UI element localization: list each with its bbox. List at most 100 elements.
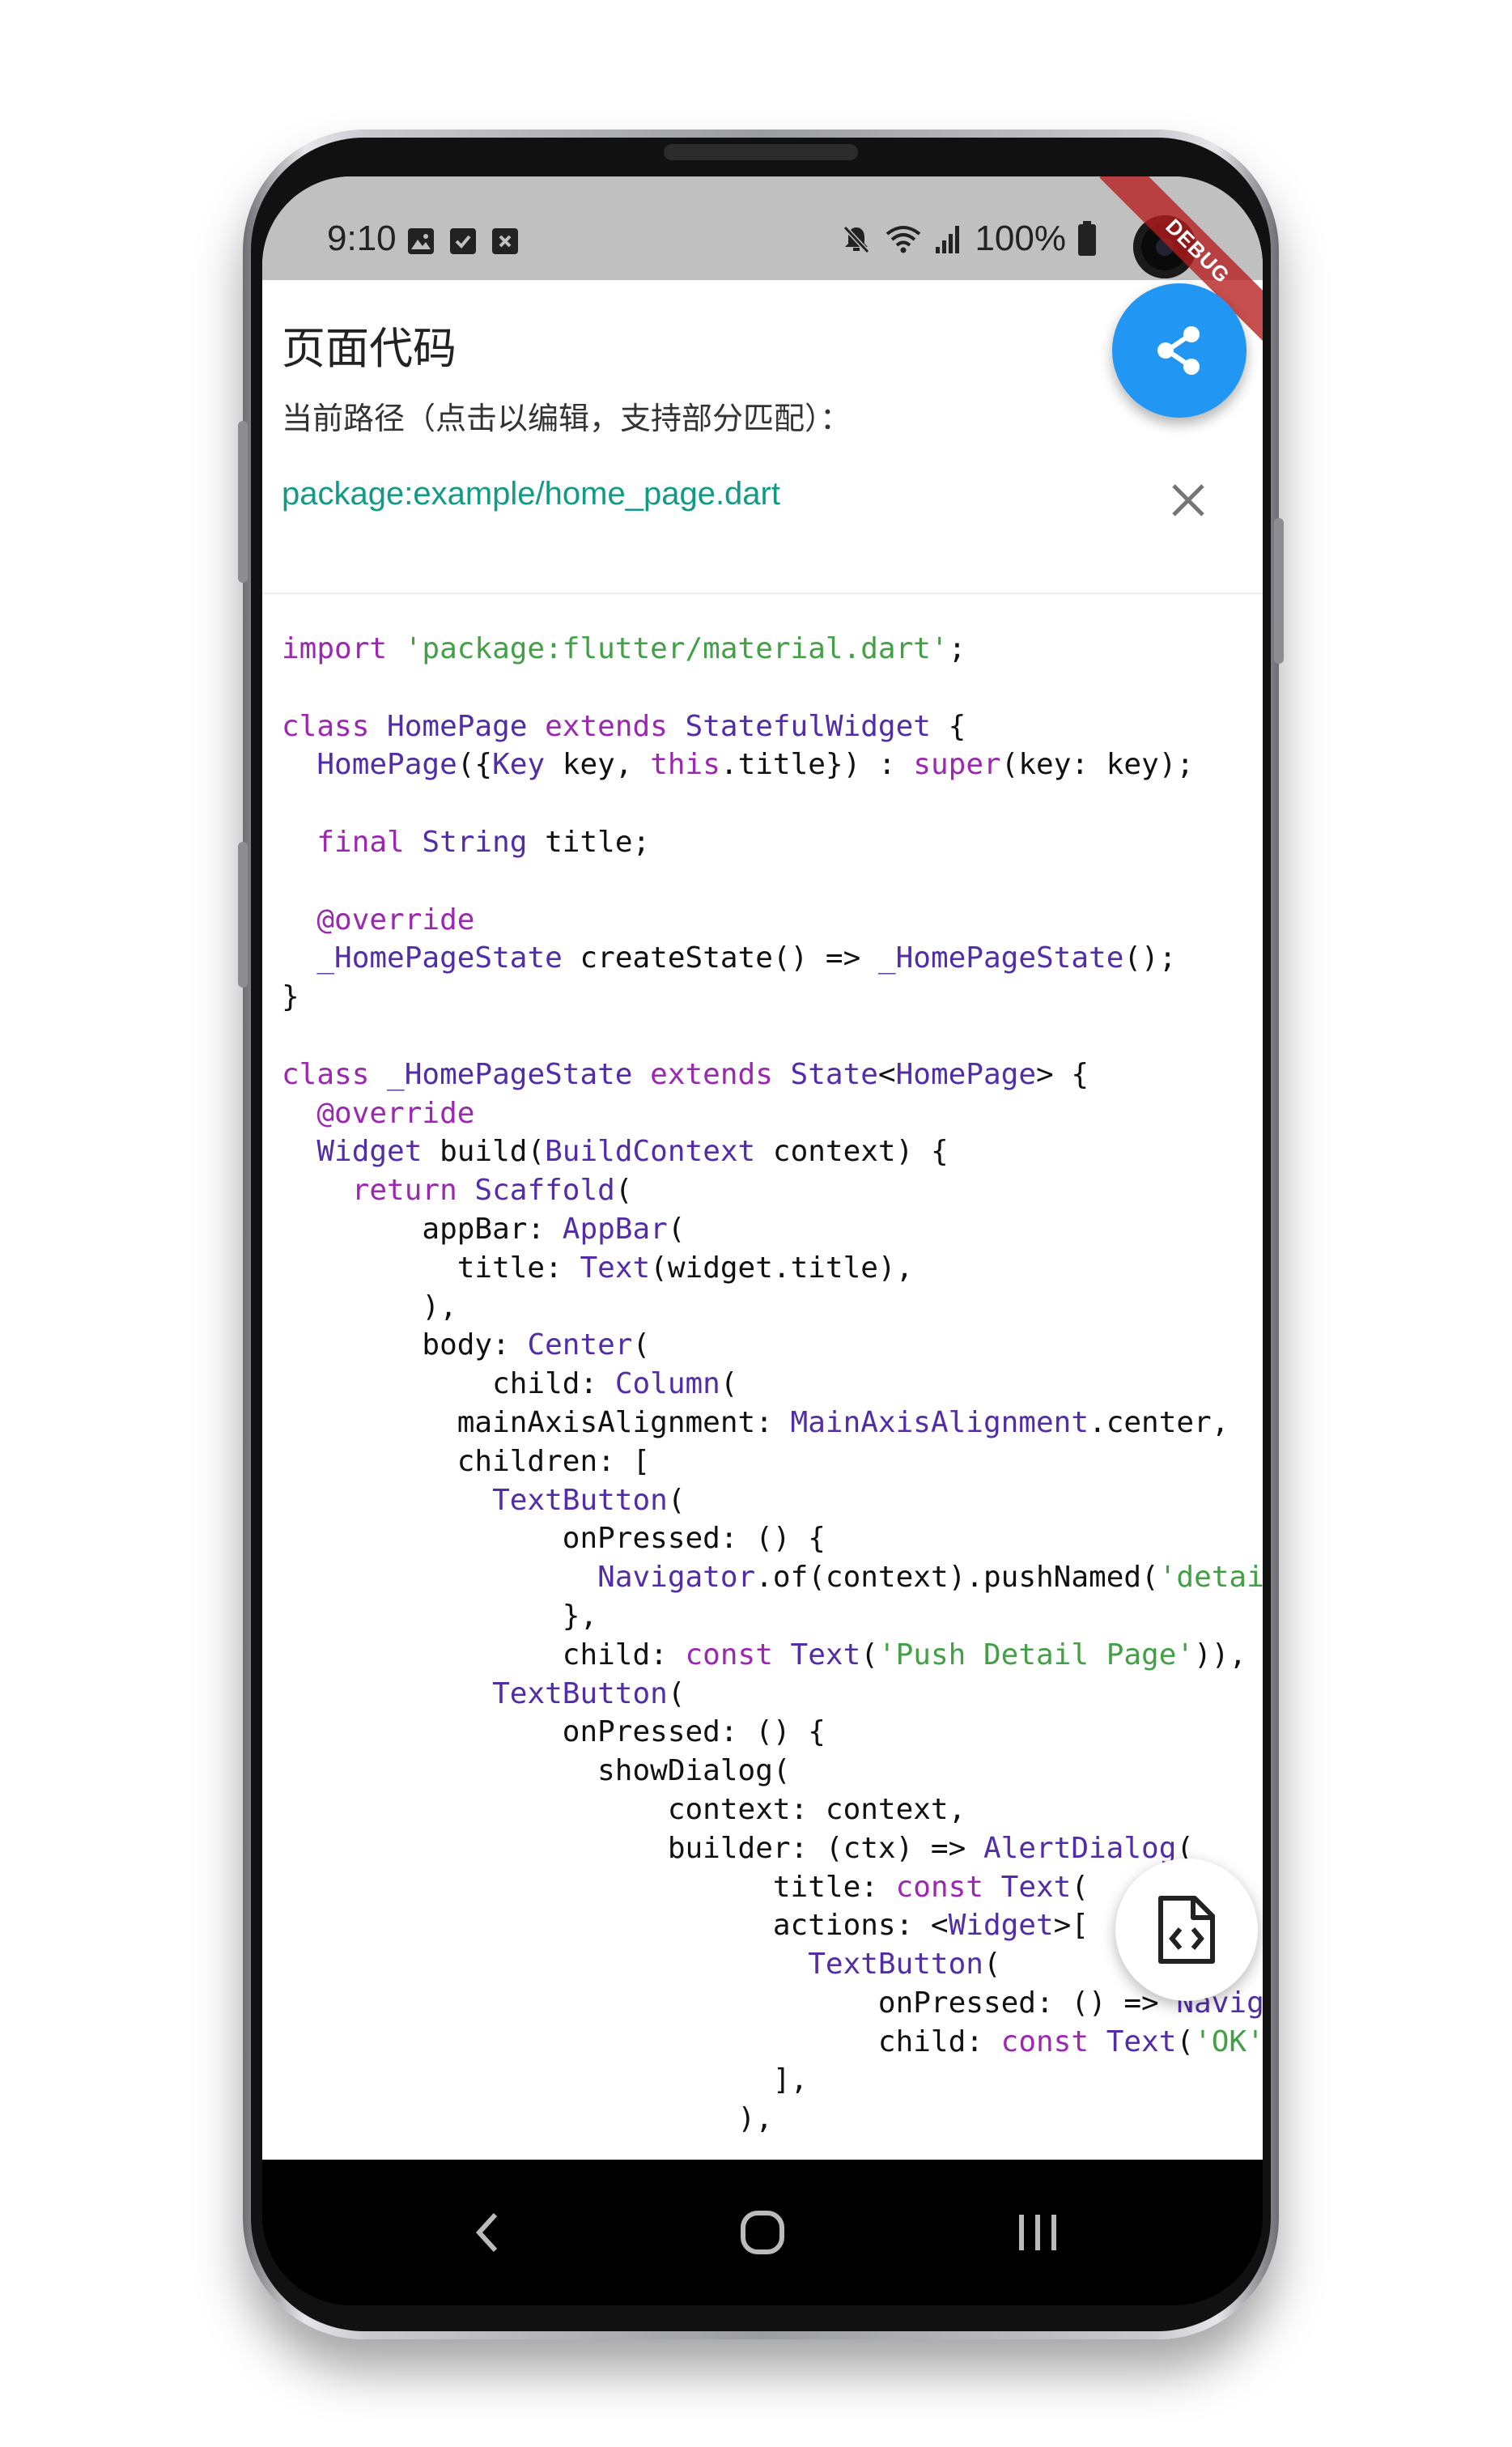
code-token: child: xyxy=(282,2024,1001,2058)
share-button[interactable] xyxy=(1112,283,1247,418)
code-token: .of(context).pushNamed( xyxy=(755,1561,1159,1595)
code-token: onPressed: () { xyxy=(282,1522,826,1556)
home-button[interactable] xyxy=(730,2200,795,2265)
code-token: class xyxy=(282,1057,388,1091)
code-token: ), xyxy=(282,2102,773,2136)
code-line: final String title; xyxy=(282,823,1263,862)
code-token: ( xyxy=(667,1676,686,1710)
code-token: const xyxy=(895,1870,1001,1904)
code-token: Column xyxy=(614,1367,720,1401)
code-token: body: xyxy=(282,1328,528,1362)
code-token: actions: < xyxy=(282,1909,949,1943)
code-token: State xyxy=(790,1057,878,1091)
code-line: body: Center( xyxy=(282,1326,1263,1365)
code-line: child: const Text('Push Detail Page')), xyxy=(282,1636,1263,1675)
code-token: onPressed: () => xyxy=(282,1986,1177,2020)
power-button xyxy=(1274,518,1284,664)
code-token: }, xyxy=(282,1599,598,1633)
code-token: context: context, xyxy=(282,1792,966,1826)
back-icon xyxy=(475,2212,498,2253)
code-token: Text xyxy=(790,1638,861,1672)
code-token: const xyxy=(685,1638,791,1672)
share-icon xyxy=(1157,326,1200,375)
code-token: this xyxy=(650,748,720,782)
code-line: HomePage({Key key, this.title}) : super(… xyxy=(282,746,1263,784)
bixby-button xyxy=(238,842,248,988)
code-line: child: const Text('OK' xyxy=(282,2023,1263,2062)
code-line: mainAxisAlignment: MainAxisAlignment.cen… xyxy=(282,1404,1263,1442)
code-token: key, xyxy=(545,748,651,782)
code-token: Widget xyxy=(948,1909,1054,1943)
code-line: onPressed: () { xyxy=(282,1519,1263,1558)
back-button[interactable] xyxy=(455,2200,520,2265)
code-token: (widget.title), xyxy=(650,1251,914,1285)
volume-up-button xyxy=(238,421,248,583)
code-line: onPressed: () { xyxy=(282,1713,1263,1752)
view-code-button[interactable] xyxy=(1115,1859,1258,2001)
image-icon xyxy=(408,228,434,254)
code-token: Center xyxy=(527,1328,633,1362)
code-token: 'package:flutter/material.dart' xyxy=(404,632,949,665)
code-token: .center, xyxy=(1089,1405,1230,1439)
route-input[interactable]: package:example/home_page.dart xyxy=(282,476,780,512)
code-token: TextButton xyxy=(492,1676,668,1710)
page-title: 页面代码 xyxy=(282,323,457,374)
code-token: extends xyxy=(545,709,686,743)
code-token: AlertDialog xyxy=(983,1831,1177,1865)
code-token: _HomePageState xyxy=(877,941,1124,975)
code-token: Text xyxy=(580,1251,651,1285)
code-line: } xyxy=(282,978,1263,1017)
code-line: ], xyxy=(282,2061,1263,2100)
code-token: ({ xyxy=(457,748,493,782)
code-token: title; xyxy=(527,825,651,859)
code-line: context: context, xyxy=(282,1791,1263,1829)
code-token: _HomePageState xyxy=(387,1057,651,1091)
status-right-group: 100% xyxy=(840,219,1097,259)
code-token: ), xyxy=(282,1289,457,1323)
app-screen: 9:10 100% DEBUG 页面代码 当前路径（点击以编辑，支持部分匹配）：… xyxy=(262,176,1263,2160)
code-token: 'Push Detail Page' xyxy=(877,1638,1195,1672)
code-line: class HomePage extends StatefulWidget { xyxy=(282,707,1263,746)
code-token: showDialog( xyxy=(282,1754,791,1788)
source-code-view[interactable]: import 'package:flutter/material.dart'; … xyxy=(282,630,1263,2143)
code-token: TextButton xyxy=(808,1948,983,1982)
code-token: BuildContext xyxy=(545,1135,756,1169)
code-token: _HomePageState xyxy=(316,941,563,975)
code-line: import 'package:flutter/material.dart'; xyxy=(282,630,1263,669)
code-token: Text xyxy=(1106,2024,1177,2058)
code-token: class xyxy=(282,709,388,743)
recents-icon xyxy=(1019,2215,1056,2250)
code-line: appBar: AppBar( xyxy=(282,1210,1263,1249)
code-token: ( xyxy=(860,1638,878,1672)
route-label: 当前路径（点击以编辑，支持部分匹配）： xyxy=(282,401,852,436)
code-token: createState() => xyxy=(562,941,878,975)
code-token: child: xyxy=(282,1638,686,1672)
code-token: ( xyxy=(667,1483,686,1517)
code-token: title: xyxy=(282,1251,580,1285)
code-line: return Scaffold( xyxy=(282,1171,1263,1210)
code-token: (key: key); xyxy=(1000,748,1195,782)
recents-button[interactable] xyxy=(1005,2200,1070,2265)
code-token: super xyxy=(913,748,1001,782)
code-token: } xyxy=(282,980,299,1014)
code-token: TextButton xyxy=(492,1483,668,1517)
battery-percent: 100% xyxy=(975,219,1066,258)
code-token: >[ xyxy=(1053,1909,1089,1943)
code-token: HomePage xyxy=(895,1057,1036,1091)
home-icon xyxy=(741,2211,784,2254)
code-token: ], xyxy=(282,2063,809,2097)
code-line: child: Column( xyxy=(282,1365,1263,1404)
clear-route-button[interactable] xyxy=(1164,476,1213,525)
code-token: (); xyxy=(1123,941,1177,975)
code-token: .title}) : xyxy=(720,748,914,782)
code-token: HomePage xyxy=(316,748,457,782)
